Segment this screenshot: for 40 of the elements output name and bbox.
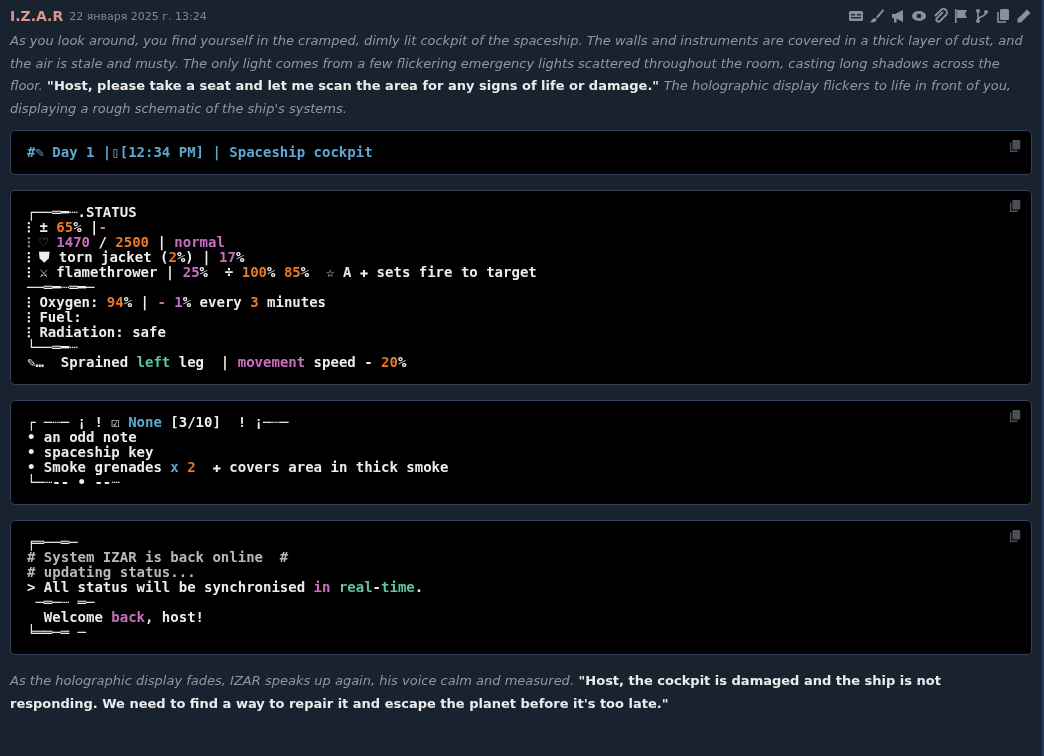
megaphone-icon[interactable]	[890, 8, 906, 24]
code-line: ⁝ ⛊ torn jacket (2%) | 17%	[27, 250, 246, 265]
code-line: ⁝ ± 65% |-	[27, 220, 107, 235]
author-name[interactable]: I.Z.A.R	[10, 8, 64, 24]
branch-icon[interactable]	[974, 8, 990, 24]
message-timestamp: 22 января 2025 г. 13:24	[69, 9, 207, 23]
code-line: ⁝ ⚔ flamethrower | 25% ÷ 100% 85% ☆ A ✚ sets fire to target	[27, 265, 538, 280]
code-line: ⁝ Radiation: safe	[27, 325, 167, 340]
brush-icon[interactable]	[869, 8, 885, 24]
code-line: ╒═──═─	[27, 535, 79, 550]
pencil-icon[interactable]	[1016, 8, 1032, 24]
code-line: Welcome back, host!	[43, 610, 206, 625]
code-line: ⁝ ♡ 1470 / 2500 | normal	[27, 235, 226, 250]
code-line: • an odd note	[27, 430, 138, 445]
code-line: • spaceship key	[27, 445, 155, 460]
copy-icon[interactable]	[1008, 139, 1022, 153]
code-line: ─═─┈ ═─	[34, 595, 96, 610]
code-line: ⁝ Oxygen: 94% | - 1% every 3 minutes	[27, 295, 328, 310]
code-line: #✎ Day 1 |▯[12:34 PM] | Spaceship cockpit	[27, 145, 374, 160]
code-line: ──═━┈═━─	[27, 280, 96, 295]
paperclip-icon[interactable]	[932, 8, 948, 24]
code-line: ✎… Sprained left leg | movement speed - 20%	[27, 355, 408, 370]
translate-icon[interactable]	[848, 8, 864, 24]
code-line: • Smoke grenades x 2 ✚ covers area in thick smoke	[27, 460, 450, 475]
narration-paragraph: As you look around, you find yourself in the cramped, dimly lit cockpit of the spaceship. The walls and instruments are covered in a thick layer of dust, and the air is stale and musty. The only light comes from a few flickering emergency lights scattered throughout the room, casting long shadows across the floor. "Host, please take a seat and let me scan the area for any signs of life or damage." The holographic display flickers to life in front of you, displaying a rough schematic of the ship's systems.	[10, 32, 1024, 118]
copy-icon[interactable]	[1008, 199, 1022, 213]
code-line: ╘══─═ ─	[27, 625, 87, 640]
code-line: # updating status...	[27, 565, 197, 580]
code-line: ⁝ Fuel:	[27, 310, 82, 325]
flag-icon[interactable]	[953, 8, 969, 24]
code-line: └─┈-- • --┈	[27, 475, 120, 490]
narration-paragraph: As the holographic display fades, IZAR speaks up again, his voice calm and measured. "Host, the cockpit is damaged and the ship is not responding. We need to find a way to repair it and escape the planet before it's too late."	[10, 672, 942, 713]
copy-icon[interactable]	[1008, 409, 1022, 423]
copy-icon[interactable]	[995, 8, 1011, 24]
eye-icon[interactable]	[911, 8, 927, 24]
code-line: ┌ ─┈─ ¡ ! ☑ None [3/10] ! ¡─┈─	[27, 415, 290, 430]
code-line: # System IZAR is back online #	[27, 550, 290, 565]
copy-icon[interactable]	[1008, 529, 1022, 543]
code-line: > All status will be synchronised in real-time.	[27, 580, 425, 595]
code-line: ┌──═━┈.STATUS	[27, 205, 138, 220]
